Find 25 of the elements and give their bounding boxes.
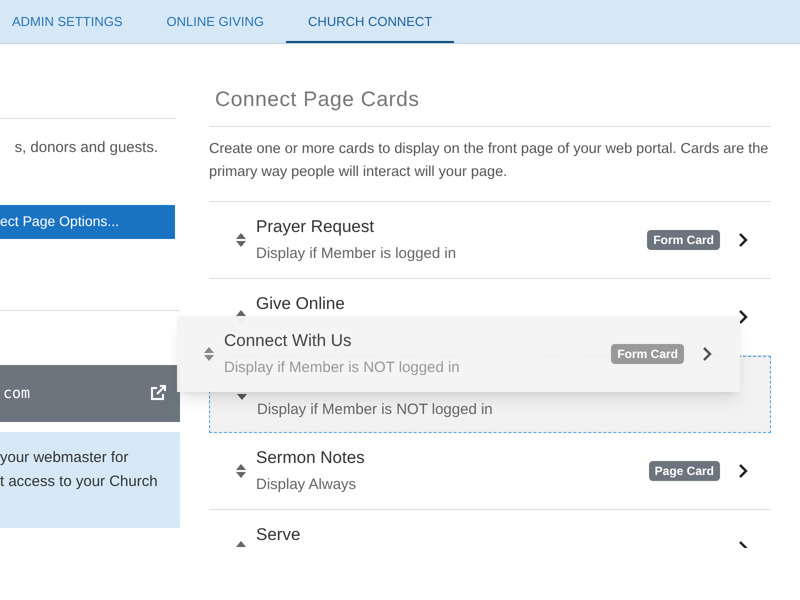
options-button[interactable]: ect Page Options... <box>0 204 175 238</box>
card-type-badge: Form Card <box>611 344 684 364</box>
tab[interactable]: ADMIN SETTINGS <box>0 0 145 43</box>
url-text: com <box>3 382 30 404</box>
card-title: Connect With Us <box>224 330 352 352</box>
note-line: your webmaster for <box>0 448 130 468</box>
card-title: Sermon Notes <box>256 446 365 469</box>
card-subtitle: Display if Member is logged in <box>256 244 456 264</box>
caret-down-icon[interactable] <box>237 394 247 400</box>
tab[interactable]: CHURCH CONNECT <box>286 0 454 43</box>
card-subtitle: Display Always <box>256 474 356 494</box>
card-title: Prayer Request <box>256 216 374 238</box>
card-subtitle: Display if Member is NOT logged in <box>257 400 493 420</box>
card-subtitle: Display if Member is NOT logged in <box>224 358 460 378</box>
card-type-badge: Page Card <box>648 460 720 480</box>
tab[interactable]: ONLINE GIVING <box>144 0 286 43</box>
card-title: Serve <box>256 524 300 546</box>
description: Create one or more cards to display on the front page of your web portal. Cards are the primary way people will interact will your page. <box>209 140 770 182</box>
note-line: t access to your Church <box>0 472 159 492</box>
external-link-icon[interactable] <box>150 385 166 401</box>
card-title: Give Online <box>256 292 345 315</box>
card-type-badge: Form Card <box>647 230 720 250</box>
intro-text: s, donors and guests. <box>14 138 159 158</box>
panel-title: Connect Page Cards <box>215 87 420 113</box>
drag-overlay[interactable]: Connect With Us Display if Member is NOT logged in Form Card <box>177 316 740 392</box>
